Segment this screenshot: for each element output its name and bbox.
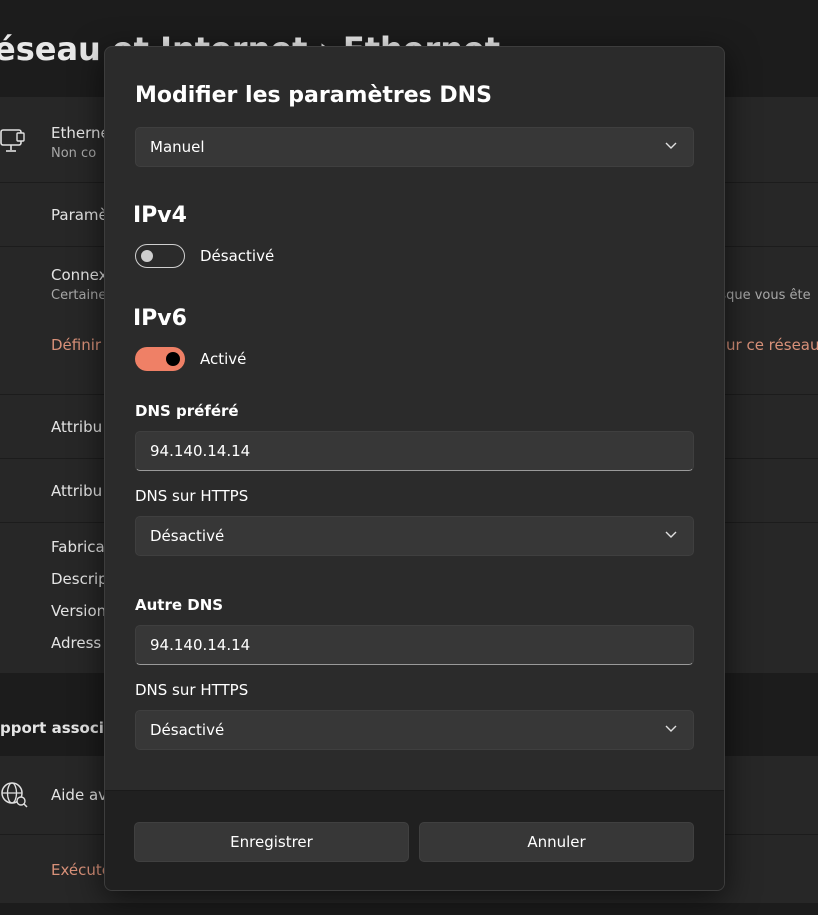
preferred-dns-https-select[interactable]: Désactivé	[135, 516, 694, 556]
alternate-dns-input[interactable]: 94.140.14.14	[135, 625, 694, 665]
adresse-label: Adress	[51, 634, 102, 652]
ipv4-toggle[interactable]	[135, 244, 185, 268]
ipv4-toggle-label: Désactivé	[200, 247, 275, 265]
attrib-row-1[interactable]: Attribu	[51, 418, 102, 436]
cancel-button[interactable]: Annuler	[419, 822, 694, 862]
dns-settings-dialog: Modifier les paramètres DNS Manuel IPv4 …	[104, 46, 725, 891]
alternate-dns-value: 94.140.14.14	[150, 636, 251, 654]
define-link-right[interactable]: ur ce réseau	[726, 336, 818, 354]
chevron-down-icon	[665, 142, 677, 149]
ipv6-toggle-knob	[166, 352, 180, 366]
chevron-down-icon	[665, 725, 677, 732]
preferred-dns-value: 94.140.14.14	[150, 442, 251, 460]
globe-icon	[1, 782, 28, 808]
ipv4-heading: IPv4	[133, 203, 187, 228]
dialog-title: Modifier les paramètres DNS	[135, 83, 492, 108]
monitor-icon	[0, 129, 25, 152]
support-section-heading: pport associé	[0, 719, 115, 737]
dns-mode-value: Manuel	[150, 138, 205, 156]
version-label: Version	[51, 602, 107, 620]
description-label: Descrip	[51, 570, 108, 588]
fabricant-label: Fabrica	[51, 538, 105, 556]
ipv6-toggle[interactable]	[135, 347, 185, 371]
ethernet-row-label[interactable]: Etherne	[51, 124, 110, 142]
preferred-dns-https-label: DNS sur HTTPS	[135, 487, 249, 505]
alternate-dns-label: Autre DNS	[135, 596, 224, 614]
ipv6-heading: IPv6	[133, 306, 187, 331]
preferred-dns-label: DNS préféré	[135, 402, 239, 420]
ethernet-row-status: Non co	[51, 146, 97, 161]
connex-row-desc: Certaine	[51, 288, 107, 303]
preferred-dns-input[interactable]: 94.140.14.14	[135, 431, 694, 471]
aide-row-label[interactable]: Aide av	[51, 786, 107, 804]
preferred-dns-https-value: Désactivé	[150, 527, 225, 545]
attrib-row-2[interactable]: Attribu	[51, 482, 102, 500]
dns-mode-select[interactable]: Manuel	[135, 127, 694, 167]
connex-row-label: Connex	[51, 266, 108, 284]
ipv4-toggle-knob	[141, 250, 153, 262]
chevron-down-icon	[665, 531, 677, 538]
params-row-label[interactable]: Paramè	[51, 206, 108, 224]
ipv6-toggle-label: Activé	[200, 350, 247, 368]
executer-link[interactable]: Exécute	[51, 861, 111, 879]
dialog-footer: Enregistrer Annuler	[105, 790, 724, 890]
save-button[interactable]: Enregistrer	[134, 822, 409, 862]
alternate-dns-https-value: Désactivé	[150, 721, 225, 739]
define-link[interactable]: Définir	[51, 336, 101, 354]
alternate-dns-https-select[interactable]: Désactivé	[135, 710, 694, 750]
alternate-dns-https-label: DNS sur HTTPS	[135, 681, 249, 699]
